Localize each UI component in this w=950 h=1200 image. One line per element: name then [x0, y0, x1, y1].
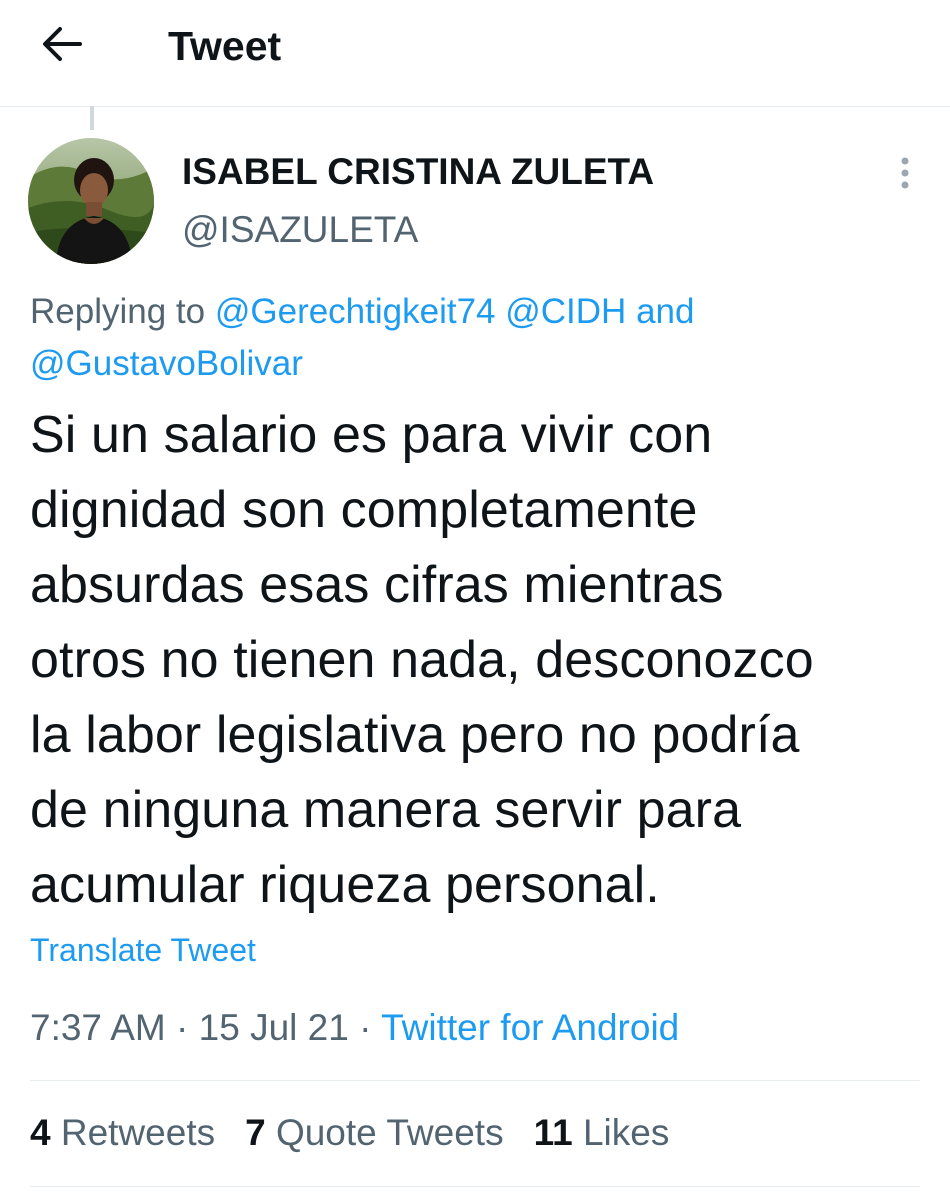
retweets-label: Retweets — [60, 1112, 216, 1153]
divider — [30, 1080, 920, 1081]
tweet-text: Si un salario es para vivir con dignidad… — [30, 398, 930, 923]
more-vertical-icon — [899, 155, 911, 196]
author-handle[interactable]: @ISAZULETA — [182, 208, 418, 252]
likes-label: Likes — [582, 1112, 670, 1153]
tweet-meta: 7:37 AM · 15 Jul 21 · Twitter for Androi… — [30, 1003, 679, 1053]
tweet-text-line: de ninguna manera servir para — [30, 781, 742, 839]
author-display-name[interactable]: ISABEL CRISTINA ZULETA — [182, 150, 654, 194]
tweet-time[interactable]: 7:37 AM — [30, 1007, 166, 1048]
retweets-stat[interactable]: 4 Retweets — [30, 1108, 215, 1158]
mention-link[interactable]: @GustavoBolivar — [30, 344, 303, 383]
tweet-text-line: dignidad son completamente — [30, 481, 698, 539]
top-bar: Tweet — [0, 0, 950, 107]
mention-link[interactable]: @CIDH — [505, 292, 626, 331]
arrow-left-icon — [40, 24, 84, 69]
tweet-source-link[interactable]: Twitter for Android — [381, 1007, 679, 1048]
more-options-button[interactable] — [890, 152, 920, 198]
back-button[interactable] — [32, 22, 92, 70]
tweet-text-line: Si un salario es para vivir con — [30, 406, 713, 464]
mention-link[interactable]: @Gerechtigkeit74 — [215, 292, 496, 331]
quote-tweets-label: Quote Tweets — [275, 1112, 504, 1153]
retweets-count: 4 — [30, 1112, 51, 1153]
tweet-text-line: absurdas esas cifras mientras — [30, 556, 724, 614]
tweet-text-line: la labor legislativa pero no podría — [30, 706, 800, 764]
tweet-text-line: acumular riqueza personal. — [30, 856, 660, 914]
meta-separator: · — [359, 1007, 372, 1048]
page-title: Tweet — [168, 23, 282, 69]
translate-tweet-link[interactable]: Translate Tweet — [30, 928, 256, 972]
tweet-date[interactable]: 15 Jul 21 — [199, 1007, 349, 1048]
thread-connector-line — [90, 106, 94, 130]
likes-stat[interactable]: 11 Likes — [534, 1108, 670, 1158]
divider — [30, 1186, 920, 1187]
tweet-text-line: otros no tienen nada, desconozco — [30, 631, 814, 689]
replying-to-label: Replying to — [30, 292, 206, 331]
likes-count: 11 — [533, 1112, 573, 1153]
tweet-stats: 4 Retweets 7 Quote Tweets 11 Likes — [30, 1108, 699, 1158]
avatar[interactable] — [28, 138, 154, 264]
replying-to-line: Replying to @Gerechtigkeit74 @CIDH and @… — [30, 286, 920, 390]
mention-conjunction[interactable]: and — [636, 292, 694, 331]
meta-separator: · — [176, 1007, 189, 1048]
quote-tweets-count: 7 — [245, 1112, 266, 1153]
quote-tweets-stat[interactable]: 7 Quote Tweets — [245, 1108, 503, 1158]
